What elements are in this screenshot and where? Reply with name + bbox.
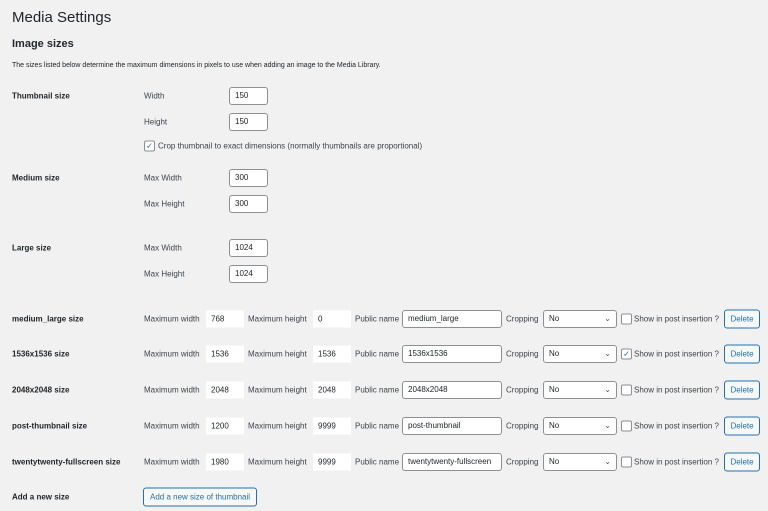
max-width-label: Maximum width (144, 421, 200, 431)
show-in-post-label: Show in post insertion ? (634, 314, 719, 324)
medium-size-label: Medium size (12, 173, 60, 183)
public-name-label: Public name (355, 385, 400, 395)
show-in-post-checkbox[interactable] (621, 456, 632, 468)
delete-button[interactable]: Delete (724, 416, 760, 436)
add-new-size-label: Add a new size (12, 492, 70, 502)
cropping-label: Cropping (506, 457, 539, 467)
show-in-post-checkbox[interactable]: ✓ (621, 348, 632, 360)
chevron-down-icon: ⌄ (604, 349, 611, 358)
crop-thumbnail-label: Crop thumbnail to exact dimensions (norm… (158, 141, 423, 151)
max-height-input[interactable]: 0 (313, 310, 351, 328)
show-in-post-checkbox[interactable] (621, 313, 632, 325)
thumbnail-height-input[interactable]: 150 (229, 113, 268, 131)
large-size-label: Large size (12, 243, 52, 253)
chevron-down-icon: ⌄ (604, 457, 611, 466)
show-in-post-label: Show in post insertion ? (634, 421, 719, 431)
public-name-input[interactable]: twentytwenty-fullscreen (402, 453, 502, 471)
show-in-post-label: Show in post insertion ? (634, 385, 719, 395)
custom-size-label: medium_large size (12, 314, 84, 324)
max-width-input[interactable]: 2048 (206, 381, 244, 399)
medium-width-label: Max Width (144, 173, 182, 183)
page-title: Media Settings (12, 9, 112, 26)
show-in-post-checkbox[interactable] (621, 384, 632, 396)
max-height-input[interactable]: 9999 (313, 453, 351, 471)
delete-button[interactable]: Delete (724, 380, 760, 400)
medium-width-input[interactable]: 300 (229, 169, 268, 187)
medium-height-label: Max Height (144, 199, 185, 209)
cropping-value: No (549, 314, 560, 323)
max-width-input[interactable]: 768 (206, 310, 244, 328)
thumbnail-width-input[interactable]: 150 (229, 87, 268, 105)
custom-size-label: twentytwenty-fullscreen size (12, 457, 121, 467)
show-in-post-label: Show in post insertion ? (634, 349, 719, 359)
max-width-input[interactable]: 1980 (206, 453, 244, 471)
cropping-select[interactable]: No ⌄ (543, 453, 617, 471)
crop-thumbnail-checkbox[interactable]: ✓ (144, 140, 155, 152)
large-width-label: Max Width (144, 243, 182, 253)
thumbnail-width-label: Width (144, 91, 165, 101)
max-width-label: Maximum width (144, 457, 200, 467)
public-name-input[interactable]: post-thumbnail (402, 417, 502, 435)
public-name-input[interactable]: medium_large (402, 310, 502, 328)
public-name-input[interactable]: 2048x2048 (402, 381, 502, 399)
max-width-label: Maximum width (144, 349, 200, 359)
section-description: The sizes listed below determine the max… (12, 62, 381, 69)
max-height-input[interactable]: 2048 (313, 381, 351, 399)
cropping-value: No (549, 385, 560, 394)
cropping-select[interactable]: No ⌄ (543, 310, 617, 328)
cropping-label: Cropping (506, 421, 539, 431)
thumbnail-size-label: Thumbnail size (12, 91, 70, 101)
max-width-label: Maximum width (144, 385, 200, 395)
show-in-post-checkbox[interactable] (621, 420, 632, 432)
max-width-label: Maximum width (144, 314, 200, 324)
cropping-value: No (549, 457, 560, 466)
large-height-label: Max Height (144, 269, 185, 279)
max-height-input[interactable]: 9999 (313, 417, 351, 435)
max-height-input[interactable]: 1536 (313, 345, 351, 363)
max-height-label: Maximum height (248, 457, 307, 467)
large-height-input[interactable]: 1024 (229, 265, 268, 283)
public-name-label: Public name (355, 457, 400, 467)
chevron-down-icon: ⌄ (604, 314, 611, 323)
delete-button[interactable]: Delete (724, 344, 760, 364)
custom-size-label: 2048x2048 size (12, 385, 70, 395)
cropping-select[interactable]: No ⌄ (543, 345, 617, 363)
public-name-input[interactable]: 1536x1536 (402, 345, 502, 363)
cropping-label: Cropping (506, 314, 539, 324)
cropping-select[interactable]: No ⌄ (543, 381, 617, 399)
max-height-label: Maximum height (248, 385, 307, 395)
cropping-label: Cropping (506, 349, 539, 359)
delete-button[interactable]: Delete (724, 452, 760, 472)
delete-button[interactable]: Delete (724, 309, 760, 329)
cropping-select[interactable]: No ⌄ (543, 417, 617, 435)
max-height-label: Maximum height (248, 349, 307, 359)
max-height-label: Maximum height (248, 421, 307, 431)
chevron-down-icon: ⌄ (604, 421, 611, 430)
public-name-label: Public name (355, 314, 400, 324)
max-height-label: Maximum height (248, 314, 307, 324)
custom-size-label: post-thumbnail size (12, 421, 88, 431)
cropping-label: Cropping (506, 385, 539, 395)
public-name-label: Public name (355, 421, 400, 431)
thumbnail-height-label: Height (144, 117, 168, 127)
max-width-input[interactable]: 1536 (206, 345, 244, 363)
cropping-value: No (549, 421, 560, 430)
add-new-size-button[interactable]: Add a new size of thumbnail (143, 487, 258, 507)
cropping-value: No (549, 349, 560, 358)
large-width-input[interactable]: 1024 (229, 239, 268, 257)
max-width-input[interactable]: 1200 (206, 417, 244, 435)
section-heading: Image sizes (12, 38, 74, 50)
show-in-post-label: Show in post insertion ? (634, 457, 719, 467)
chevron-down-icon: ⌄ (604, 385, 611, 394)
medium-height-input[interactable]: 300 (229, 195, 268, 213)
custom-size-label: 1536x1536 size (12, 349, 70, 359)
public-name-label: Public name (355, 349, 400, 359)
